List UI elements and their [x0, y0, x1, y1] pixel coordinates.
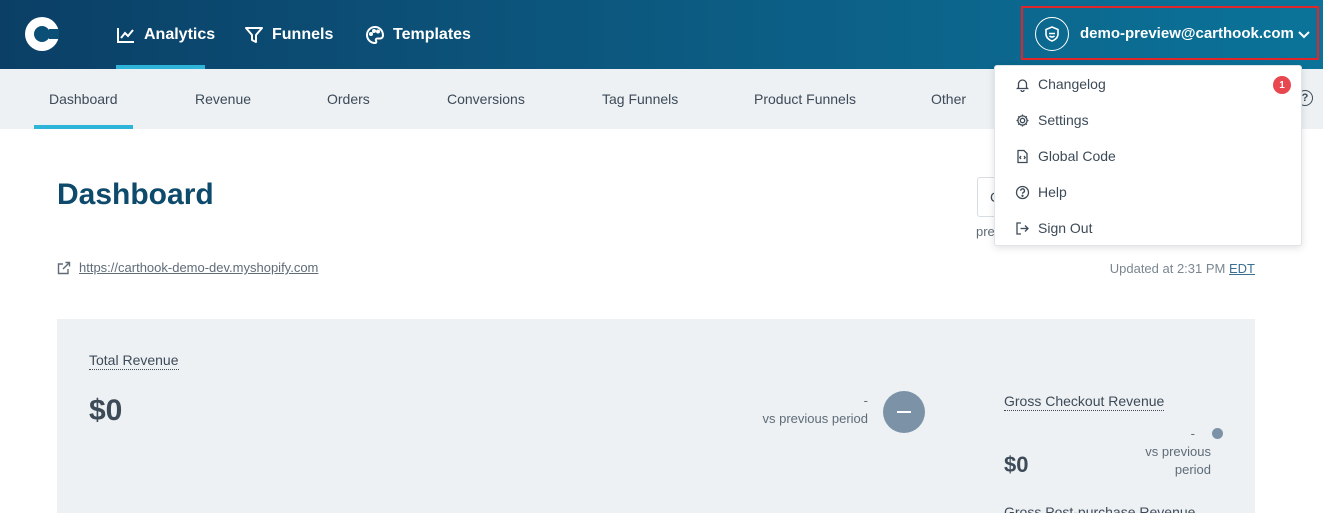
nav-templates[interactable]: Templates	[365, 0, 471, 69]
bell-icon	[1015, 78, 1030, 92]
store-link[interactable]: https://carthook-demo-dev.myshopify.com	[57, 260, 318, 275]
external-link-icon	[57, 261, 71, 274]
total-revenue-value: $0	[89, 394, 123, 427]
account-dropdown-menu: Changelog 1 Settings Global Code Help Si…	[994, 65, 1302, 246]
tab-dashboard[interactable]: Dashboard	[34, 69, 133, 129]
code-file-icon	[1017, 149, 1028, 163]
tab-orders[interactable]: Orders	[327, 69, 370, 129]
tab-other[interactable]: Other	[931, 69, 966, 129]
gear-icon	[1016, 114, 1029, 126]
tab-label: Tag Funnels	[602, 91, 679, 107]
menu-item-global-code[interactable]: Global Code	[1015, 145, 1116, 167]
tab-label: Other	[931, 91, 967, 107]
total-change-value: -	[863, 393, 868, 408]
nav-funnels[interactable]: Funnels	[244, 0, 333, 69]
updated-timestamp: Updated at 2:31 PM EDT	[1110, 261, 1255, 276]
tab-label: Conversions	[447, 91, 525, 107]
funnel-icon	[245, 26, 263, 43]
gross-checkout-change: -	[1190, 426, 1195, 441]
gross-checkout-comparison: - vs previous period	[1145, 425, 1211, 479]
total-revenue-comparison: - vs previous period	[763, 392, 869, 428]
tab-label: Product Funnels	[754, 91, 856, 107]
neutral-trend-icon	[883, 391, 925, 433]
menu-item-label: Changelog	[1038, 76, 1106, 92]
menu-item-label: Global Code	[1038, 148, 1116, 164]
nav-analytics[interactable]: Analytics	[116, 0, 215, 69]
vs-previous-text: vs previous period	[762, 411, 869, 426]
trend-dot-icon	[1212, 428, 1223, 439]
menu-item-changelog[interactable]: Changelog	[1015, 73, 1106, 95]
account-menu-button[interactable]: demo-preview@carthook.com	[1021, 6, 1319, 60]
page-title: Dashboard	[57, 178, 214, 211]
gross-checkout-revenue-value: $0	[1004, 452, 1029, 477]
store-url: https://carthook-demo-dev.myshopify.com	[79, 260, 319, 275]
period-caption: pre	[976, 224, 995, 239]
user-shield-icon	[1045, 26, 1059, 42]
total-revenue-label[interactable]: Total Revenue	[89, 352, 179, 370]
menu-item-help[interactable]: Help	[1015, 181, 1067, 203]
gross-checkout-revenue-label[interactable]: Gross Checkout Revenue	[1004, 393, 1165, 411]
nav-funnels-label: Funnels	[272, 25, 334, 43]
vs-previous-line1: vs previous	[1145, 444, 1211, 459]
tab-conversions[interactable]: Conversions	[447, 69, 525, 129]
tab-revenue[interactable]: Revenue	[195, 69, 251, 129]
changelog-count-badge: 1	[1273, 76, 1291, 94]
revenue-summary-card	[57, 319, 1255, 513]
gross-post-purchase-revenue-label[interactable]: Gross Post-purchase Revenue	[1004, 504, 1195, 513]
updated-text: Updated at 2:31 PM	[1109, 261, 1226, 276]
tab-label: Orders	[327, 91, 370, 107]
menu-item-label: Help	[1038, 184, 1067, 200]
sign-out-icon	[1016, 221, 1029, 235]
timezone-link[interactable]: EDT	[1229, 261, 1255, 276]
question-circle-icon	[1015, 185, 1030, 199]
palette-icon	[366, 25, 385, 44]
carthook-logo[interactable]	[25, 17, 59, 51]
menu-item-label: Settings	[1038, 112, 1089, 128]
top-navigation-bar: Analytics Funnels Templates demo-preview…	[0, 0, 1323, 69]
chevron-down-icon	[1298, 31, 1310, 39]
tab-tag-funnels[interactable]: Tag Funnels	[602, 69, 678, 129]
vs-previous-line2: period	[1174, 462, 1211, 477]
nav-templates-label: Templates	[393, 25, 471, 43]
chart-line-icon	[117, 27, 134, 43]
avatar	[1035, 17, 1069, 51]
tab-label: Revenue	[195, 91, 252, 107]
menu-item-settings[interactable]: Settings	[1015, 109, 1089, 131]
tab-product-funnels[interactable]: Product Funnels	[754, 69, 856, 129]
nav-analytics-label: Analytics	[144, 25, 216, 43]
menu-item-sign-out[interactable]: Sign Out	[1015, 217, 1092, 239]
menu-item-label: Sign Out	[1038, 220, 1093, 236]
active-tab-indicator	[34, 125, 133, 129]
tab-label: Dashboard	[49, 91, 118, 107]
account-email: demo-preview@carthook.com	[1080, 25, 1294, 42]
